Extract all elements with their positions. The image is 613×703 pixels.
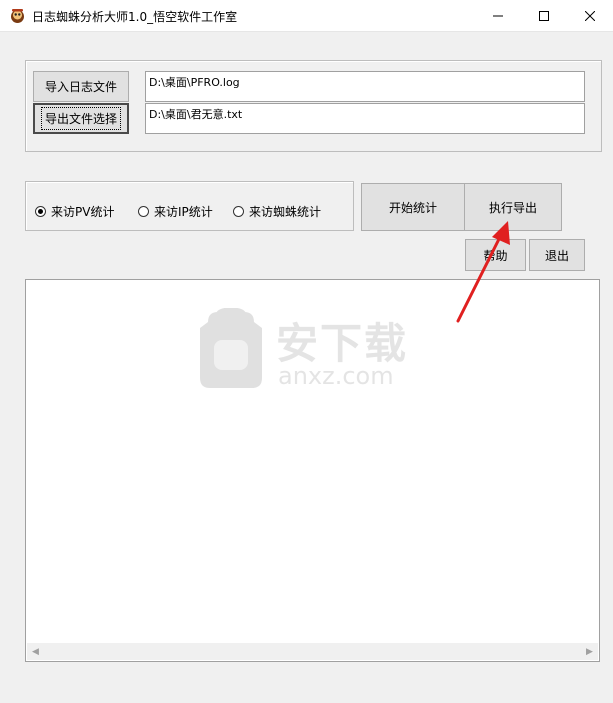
watermark-en-text: anxz.com [278, 362, 394, 390]
radio-button-checked[interactable] [35, 205, 46, 217]
radio-button[interactable] [138, 205, 149, 217]
red-arrow-icon [456, 221, 510, 323]
radio-pv-stat[interactable]: 来访PV统计 [35, 203, 114, 219]
horizontal-scrollbar[interactable]: ◀ ▶ [27, 643, 598, 660]
maximize-button[interactable] [521, 0, 567, 31]
app-spider-icon [11, 9, 24, 23]
close-button[interactable] [567, 0, 613, 31]
output-path-field[interactable]: D:\桌面\君无意.txt [145, 103, 585, 134]
quit-button[interactable]: 退出 [529, 239, 585, 271]
log-path-field[interactable]: D:\桌面\PFRO.log [145, 71, 585, 102]
import-log-button[interactable]: 导入日志文件 [33, 71, 129, 102]
radio-ip-stat[interactable]: 来访IP统计 [138, 203, 213, 219]
app-window: 日志蜘蛛分析大师1.0_悟空软件工作室 导入日志文件 导出文件选择 D:\桌面\… [0, 0, 613, 703]
export-file-select-button[interactable]: 导出文件选择 [33, 103, 129, 134]
radio-pv-label: 来访PV统计 [51, 204, 115, 219]
watermark: 安下载 anxz.com [196, 308, 416, 398]
radio-ip-label: 来访IP统计 [154, 204, 213, 219]
title-bar[interactable]: 日志蜘蛛分析大师1.0_悟空软件工作室 [0, 0, 613, 32]
radio-spider-stat[interactable]: 来访蜘蛛统计 [233, 203, 321, 219]
scroll-left-icon[interactable]: ◀ [27, 643, 44, 660]
close-icon [585, 10, 595, 21]
watermark-shield-icon [200, 308, 262, 388]
radio-button[interactable] [233, 205, 244, 217]
maximize-icon [539, 10, 549, 21]
scroll-right-icon[interactable]: ▶ [581, 643, 598, 660]
window-title: 日志蜘蛛分析大师1.0_悟空软件工作室 [32, 10, 238, 24]
minimize-icon [493, 15, 503, 16]
radio-spider-label: 来访蜘蛛统计 [249, 204, 322, 219]
minimize-button[interactable] [475, 0, 521, 31]
export-file-select-label: 导出文件选择 [41, 107, 122, 130]
